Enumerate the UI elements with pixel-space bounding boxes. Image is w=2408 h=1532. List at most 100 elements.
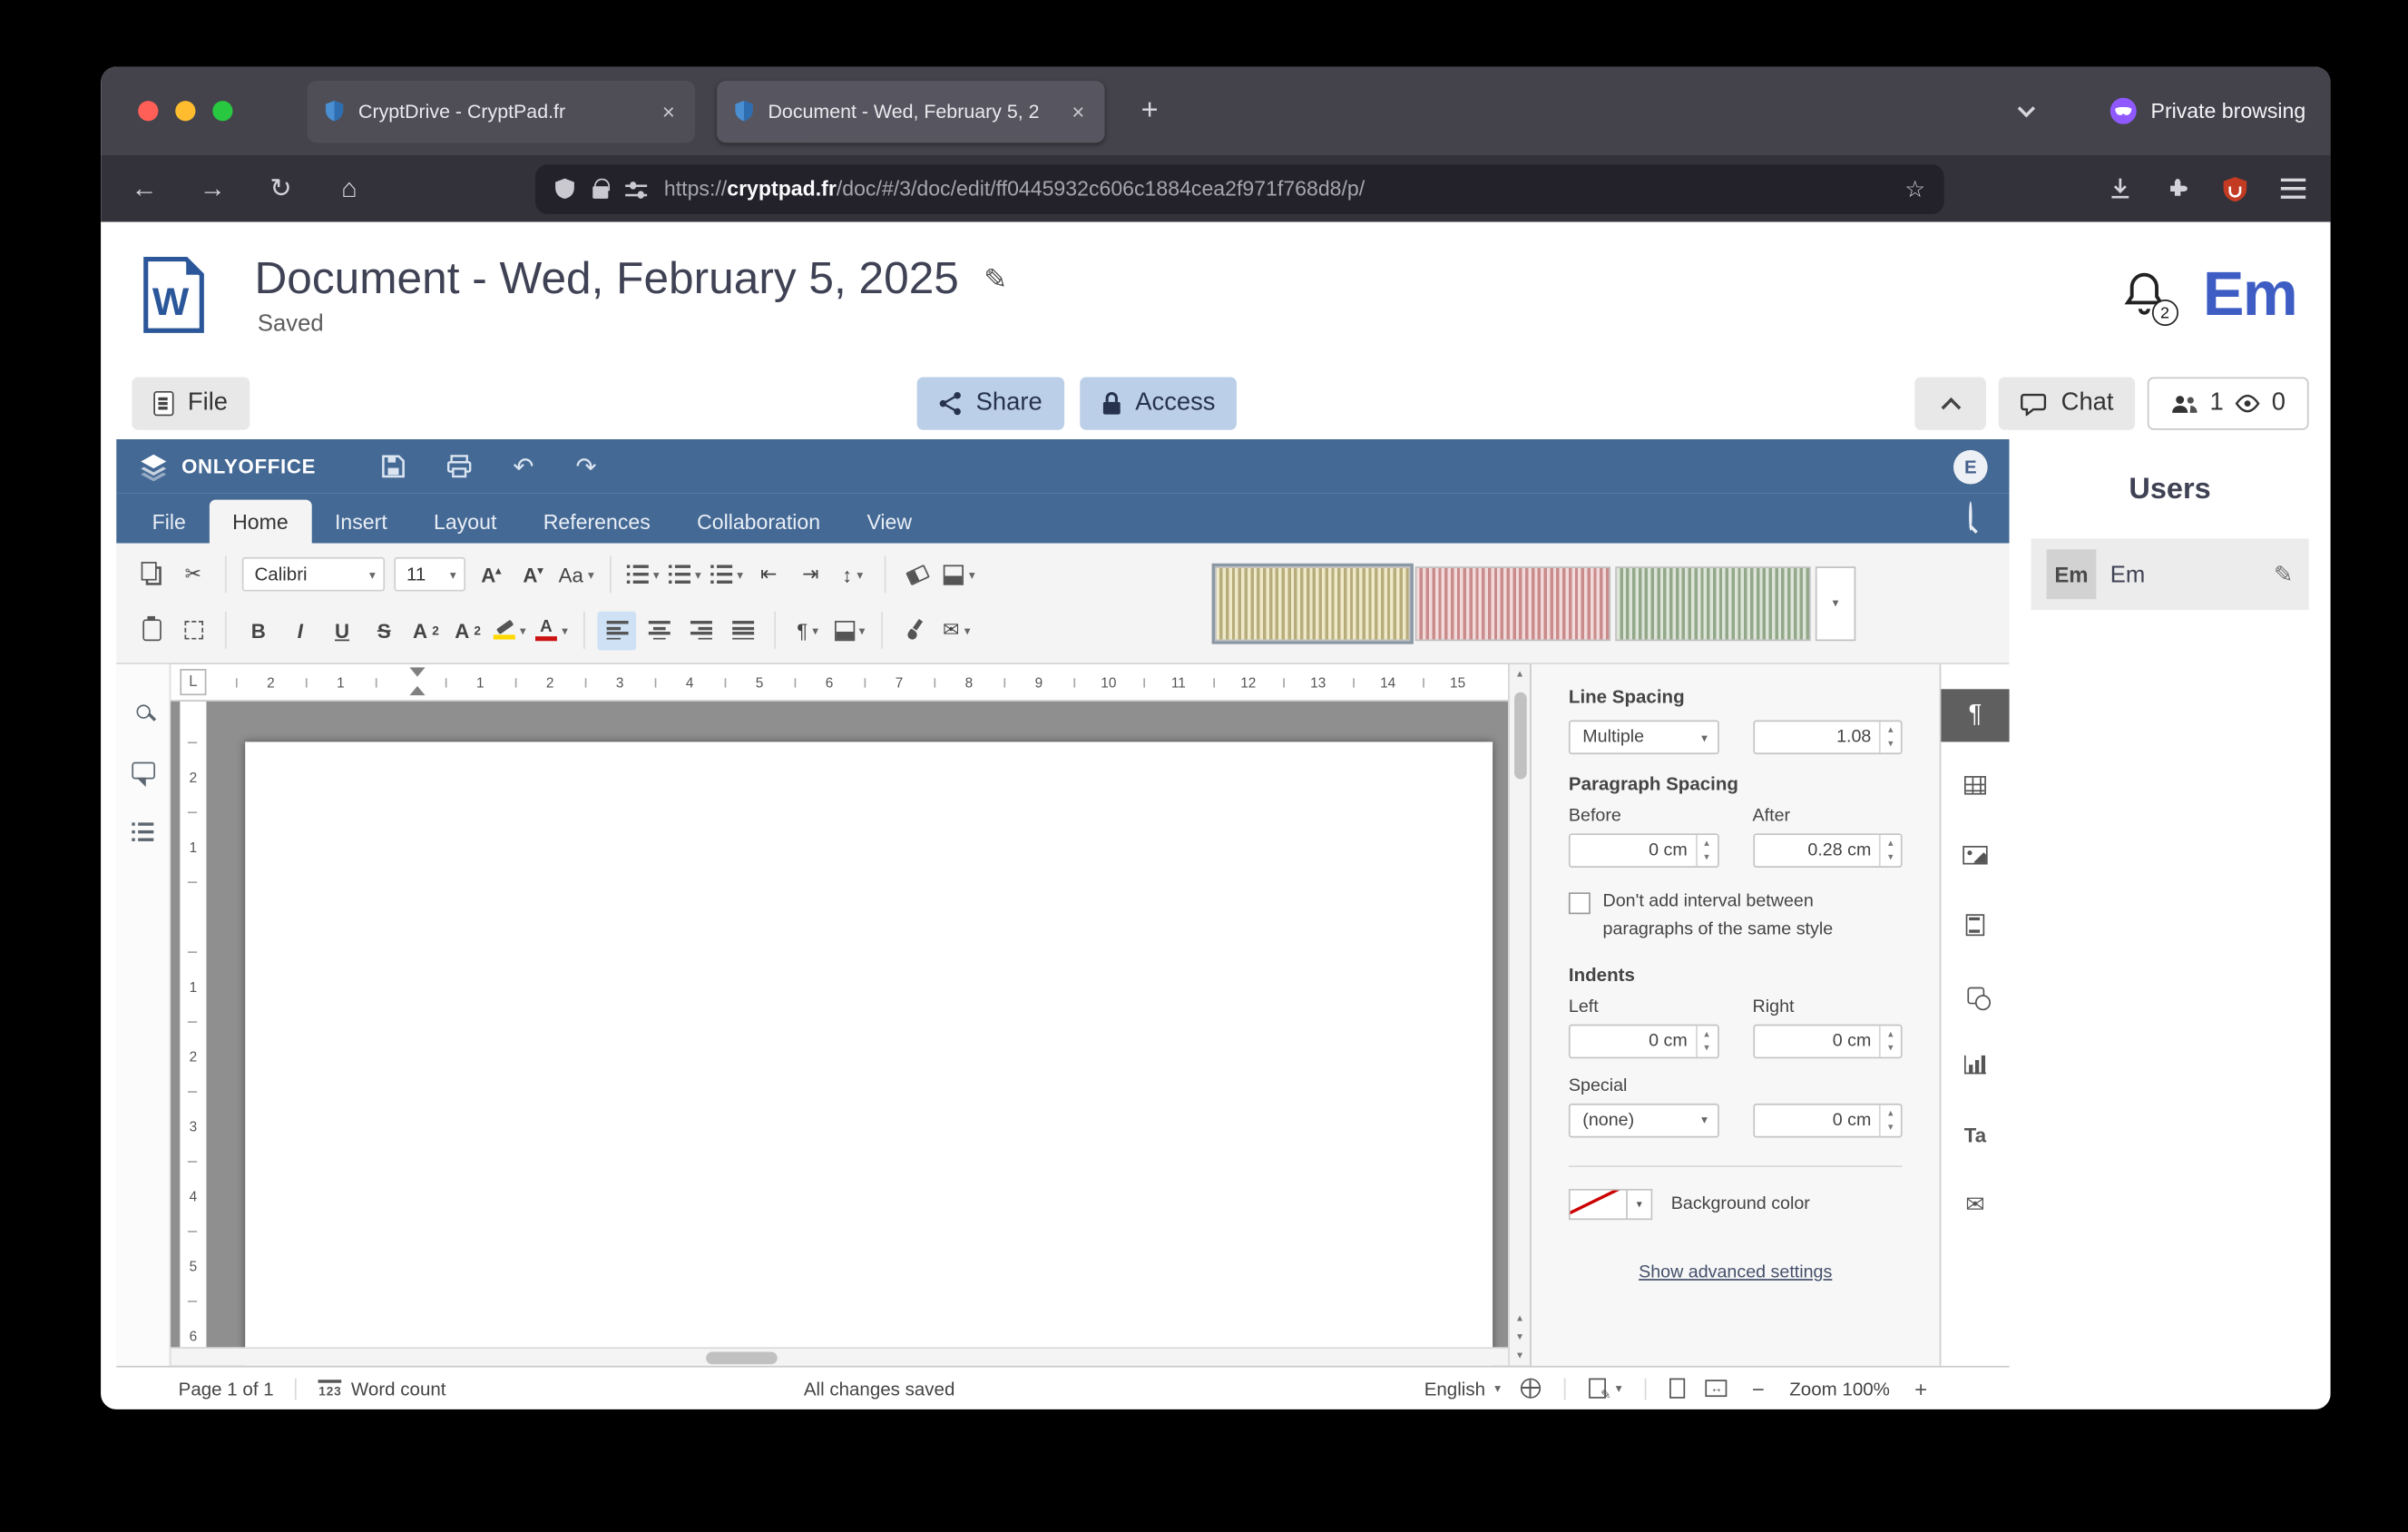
ublock-icon[interactable] [2224, 176, 2247, 201]
spinner-buttons[interactable]: ▴▾ [1879, 1026, 1901, 1056]
vertical-ruler[interactable]: 21123456 [180, 702, 206, 1347]
undo-icon[interactable]: ↶ [513, 451, 533, 482]
change-case-button[interactable]: Aa▾ [555, 555, 597, 594]
align-right-button[interactable] [681, 611, 720, 650]
notifications-bell[interactable]: 2 [2119, 269, 2172, 321]
previous-page-button[interactable]: ▲ [1515, 1314, 1524, 1323]
line-spacing-amount-input[interactable]: 1.08▴▾ [1753, 720, 1903, 754]
spacing-after-input[interactable]: 0.28 cm▴▾ [1753, 833, 1903, 868]
vertical-scrollbar[interactable]: ▲ ▲ ▼ ▼ [1508, 664, 1530, 1366]
paragraph-settings-tab[interactable]: ¶ [1940, 689, 2010, 741]
fit-page-button[interactable] [1670, 1379, 1686, 1399]
checkbox[interactable] [1569, 892, 1591, 914]
set-language-globe-icon[interactable] [1521, 1379, 1541, 1399]
menu-tab-references[interactable]: References [520, 500, 673, 544]
left-indent-marker[interactable] [409, 678, 425, 695]
bold-button[interactable]: B [239, 611, 278, 650]
back-button[interactable]: ← [126, 173, 163, 204]
superscript-button[interactable]: A2 [406, 611, 445, 650]
strikethrough-button[interactable]: S [365, 611, 404, 650]
language-select[interactable]: English▾ [1424, 1378, 1501, 1399]
browser-tab-cryptdrive[interactable]: CryptDrive - CryptPad.fr × [308, 80, 696, 142]
navigation-headings-icon[interactable] [132, 822, 153, 841]
multilevel-list-button[interactable]: ▾ [708, 555, 747, 594]
document-canvas[interactable]: L 21123456789101112131415 21123456 ▲ [171, 664, 1530, 1366]
close-window-button[interactable] [138, 101, 158, 121]
lock-icon[interactable] [592, 186, 608, 199]
collapse-toolbar-button[interactable] [1915, 378, 1987, 430]
mail-merge-button[interactable]: ✉▾ [937, 611, 976, 650]
horizontal-scrollbar[interactable] [171, 1347, 1508, 1366]
redo-icon[interactable]: ↷ [575, 451, 596, 482]
line-spacing-select[interactable]: Multiple▾ [1569, 720, 1718, 754]
edit-name-pencil-icon[interactable]: ✎ [2274, 560, 2294, 588]
menu-tab-collaboration[interactable]: Collaboration [673, 500, 843, 544]
special-amount-input[interactable]: 0 cm▴▾ [1753, 1103, 1903, 1137]
decrease-indent-button[interactable]: ⇤ [749, 555, 788, 594]
indent-left-input[interactable]: 0 cm▴▾ [1569, 1024, 1718, 1058]
shading-button[interactable]: ▾ [940, 555, 979, 594]
vertical-scroll-thumb[interactable] [1513, 692, 1526, 780]
special-indent-select[interactable]: (none)▾ [1569, 1103, 1718, 1137]
font-size-select[interactable]: 11▾ [394, 557, 465, 592]
list-all-tabs-button[interactable] [2005, 89, 2049, 133]
image-settings-tab[interactable] [1940, 829, 2010, 881]
page-indicator[interactable]: Page 1 of 1 [179, 1378, 274, 1399]
zoom-level[interactable]: Zoom 100% [1789, 1378, 1890, 1399]
home-button[interactable]: ⌂ [330, 173, 367, 204]
font-color-button[interactable]: A▾ [533, 611, 572, 650]
menu-tab-layout[interactable]: Layout [410, 500, 520, 544]
editor-search-icon[interactable] [1969, 503, 1997, 543]
maximize-window-button[interactable] [212, 101, 232, 121]
downloads-icon[interactable] [2109, 177, 2132, 201]
justify-button[interactable] [723, 611, 762, 650]
align-center-button[interactable] [640, 611, 679, 650]
advanced-settings-link[interactable]: Show advanced settings [1569, 1262, 1903, 1282]
textart-settings-tab[interactable]: Ta [1940, 1108, 2010, 1161]
rename-pencil-icon[interactable]: ✎ [984, 263, 1007, 296]
reload-button[interactable]: ↻ [262, 173, 299, 204]
user-list-item[interactable]: Em Em ✎ [2031, 538, 2309, 610]
file-menu-button[interactable]: File [132, 378, 250, 430]
scroll-up-button[interactable]: ▲ [1515, 664, 1524, 686]
mail-merge-settings-tab[interactable]: ✉ [1940, 1178, 2010, 1231]
style-preview-3[interactable] [1615, 565, 1810, 640]
spinner-buttons[interactable]: ▴▾ [1695, 835, 1717, 866]
spell-check-button[interactable]: ▾ [1590, 1379, 1622, 1399]
cut-button[interactable]: ✂ [174, 555, 213, 594]
document-page[interactable] [245, 741, 1493, 1365]
zoom-out-button[interactable]: − [1747, 1376, 1769, 1400]
no-interval-checkbox-row[interactable]: Don't add interval between paragraphs of… [1569, 889, 1903, 945]
spinner-buttons[interactable]: ▴▾ [1695, 1026, 1717, 1056]
spinner-buttons[interactable]: ▴▾ [1879, 1105, 1901, 1135]
permissions-icon[interactable] [625, 180, 647, 199]
fit-width-button[interactable]: ↔ [1706, 1380, 1728, 1397]
minimize-window-button[interactable] [175, 101, 195, 121]
chart-settings-tab[interactable] [1940, 1038, 2010, 1091]
bookmark-star-icon[interactable]: ☆ [1904, 174, 1925, 202]
word-count-button[interactable]: Word count [351, 1378, 446, 1399]
copy-button[interactable] [132, 555, 171, 594]
background-color-swatch[interactable] [1569, 1188, 1628, 1219]
horizontal-scroll-thumb[interactable] [706, 1351, 778, 1364]
spinner-buttons[interactable]: ▴▾ [1879, 722, 1901, 752]
line-spacing-button[interactable]: ↕▾ [833, 555, 872, 594]
chat-button[interactable]: Chat [1999, 378, 2135, 430]
copy-style-button[interactable] [896, 611, 935, 650]
editor-user-avatar[interactable]: E [1953, 449, 1988, 484]
tracking-protection-shield-icon[interactable] [554, 177, 576, 201]
access-button[interactable]: Access [1080, 378, 1238, 430]
horizontal-ruler[interactable]: L 21123456789101112131415 [171, 664, 1508, 702]
forward-button[interactable]: → [194, 173, 231, 204]
menu-tab-view[interactable]: View [844, 500, 935, 544]
tab-close-icon[interactable]: × [1067, 99, 1089, 123]
share-button[interactable]: Share [917, 378, 1064, 430]
extensions-puzzle-icon[interactable] [2166, 177, 2189, 201]
browser-tab-document[interactable]: Document - Wed, February 5, 2 × [717, 80, 1105, 142]
header-footer-settings-tab[interactable] [1940, 899, 2010, 951]
align-left-button[interactable] [597, 611, 636, 650]
bullets-button[interactable]: ▾ [623, 555, 662, 594]
menu-tab-insert[interactable]: Insert [311, 500, 410, 544]
spinner-buttons[interactable]: ▴▾ [1879, 835, 1901, 866]
style-preview-2[interactable] [1415, 565, 1610, 640]
